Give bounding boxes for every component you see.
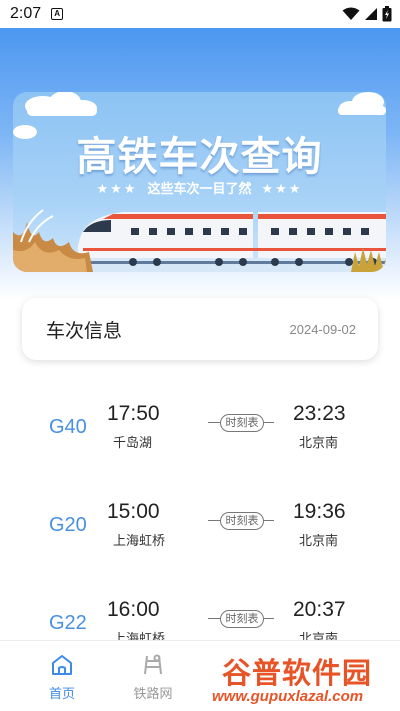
wifi-icon	[342, 7, 360, 20]
stars-right: ★★★	[261, 182, 303, 197]
departure-station: 千岛湖	[113, 436, 153, 451]
home-icon	[52, 655, 72, 675]
departure-time: 16:00	[107, 598, 160, 621]
departure-time: 17:50	[107, 402, 160, 425]
banner-subtitle-text: 这些车次一目了然	[147, 182, 252, 197]
arrival-time: 19:36	[293, 500, 346, 523]
banner-subtitle: ★★★ 这些车次一目了然 ★★★	[13, 178, 386, 197]
nav-item-railway[interactable]: 铁路网	[113, 641, 193, 711]
nav-label-home: 首页	[48, 687, 75, 702]
timetable-link[interactable]: 时刻表	[208, 512, 274, 530]
card-title: 车次信息	[46, 319, 123, 342]
battery-icon	[382, 6, 392, 22]
train-row[interactable]: G40 17:50 千岛湖 时刻表 23:23 北京南	[0, 402, 400, 462]
banner: 高铁车次查询 ★★★ 这些车次一目了然 ★★★	[13, 92, 386, 272]
timetable-button[interactable]: 时刻表	[220, 414, 264, 432]
arrival-time: 20:37	[293, 598, 346, 621]
train-info-card[interactable]: 车次信息 2024-09-02	[22, 298, 378, 360]
arrival-time: 23:23	[293, 402, 346, 425]
watermark: 谷普软件园 www.gupuxlazal.com	[210, 650, 398, 710]
railway-icon	[144, 654, 162, 675]
card-date: 2024-09-02	[289, 321, 357, 337]
train-code: G20	[49, 514, 87, 536]
arrival-station: 北京南	[299, 436, 339, 451]
train-code: G40	[49, 416, 87, 438]
stars-left: ★★★	[96, 182, 138, 197]
timetable-button[interactable]: 时刻表	[220, 610, 264, 628]
arrival-station: 北京南	[299, 534, 339, 549]
train-code: G22	[49, 612, 87, 634]
nav-item-home[interactable]: 首页	[22, 641, 102, 711]
departure-station: 上海虹桥	[113, 534, 166, 549]
watermark-name: 谷普软件园	[222, 656, 373, 690]
timetable-link[interactable]: 时刻表	[208, 610, 274, 628]
watermark-url: www.gupuxlazal.com	[212, 688, 364, 705]
timetable-link[interactable]: 时刻表	[208, 414, 274, 432]
train-row[interactable]: G20 15:00 上海虹桥 时刻表 19:36 北京南	[0, 500, 400, 560]
nav-label-railway: 铁路网	[133, 687, 173, 702]
departure-time: 15:00	[107, 500, 160, 523]
signal-icon	[365, 8, 377, 20]
notification-a-icon: A	[51, 8, 64, 20]
status-bar: 2:07 A	[0, 0, 400, 28]
banner-title: 高铁车次查询	[76, 134, 323, 180]
timetable-button[interactable]: 时刻表	[220, 512, 264, 530]
status-time: 2:07	[10, 5, 42, 22]
